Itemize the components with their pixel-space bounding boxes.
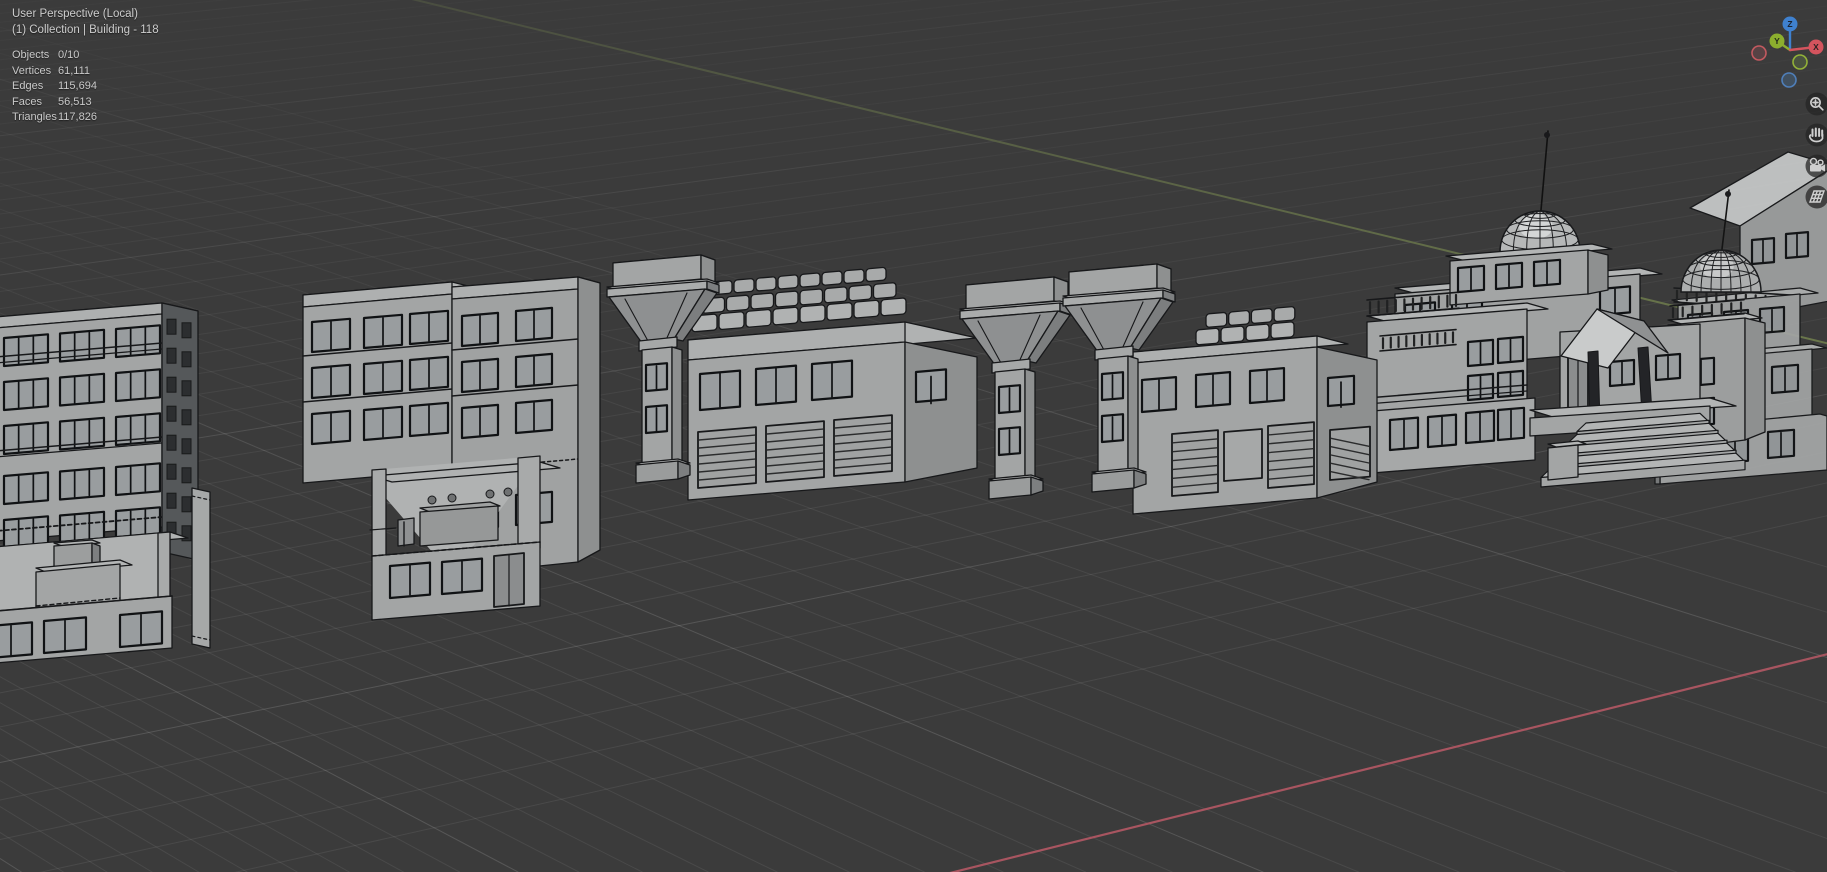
stat-label: Faces: [12, 95, 42, 108]
stat-value: 61,111: [58, 64, 91, 77]
axis-minus-z-ball[interactable]: [1781, 72, 1797, 88]
axis-minus-x-ball[interactable]: [1751, 45, 1767, 61]
stat-value: 117,826: [58, 111, 97, 123]
camera-view-button[interactable]: [1805, 154, 1827, 178]
stat-value: 0/10: [58, 49, 80, 61]
collection-breadcrumb: (1) Collection | Building - 118: [12, 24, 159, 36]
pan-button[interactable]: [1805, 123, 1827, 147]
axis-x-label: X: [1813, 42, 1819, 52]
view-perspective-label: User Perspective (Local): [12, 8, 138, 20]
stat-value: 115,694: [58, 80, 97, 92]
axis-y-label: Y: [1774, 36, 1780, 46]
scene-statistics: Objects 0/10 Vertices 61,111 Edges 115,694 …: [12, 48, 97, 126]
stat-value: 56,513: [58, 95, 92, 108]
zoom-button[interactable]: [1805, 92, 1827, 116]
stat-label: Objects: [12, 49, 50, 61]
viewport-toolbar: [1805, 92, 1827, 209]
stat-label: Vertices: [12, 64, 52, 77]
scene-canvas: [0, 0, 1827, 872]
blender-3d-viewport[interactable]: User Perspective (Local) (1) Collection …: [0, 0, 1827, 872]
axis-minus-y-ball[interactable]: [1792, 54, 1808, 70]
viewport-header: User Perspective (Local) (1) Collection …: [12, 6, 159, 38]
stat-label: Edges: [12, 80, 44, 92]
axis-z-label: Z: [1787, 19, 1792, 29]
projection-toggle-button[interactable]: [1805, 185, 1827, 209]
stat-label: Triangles: [12, 111, 57, 123]
